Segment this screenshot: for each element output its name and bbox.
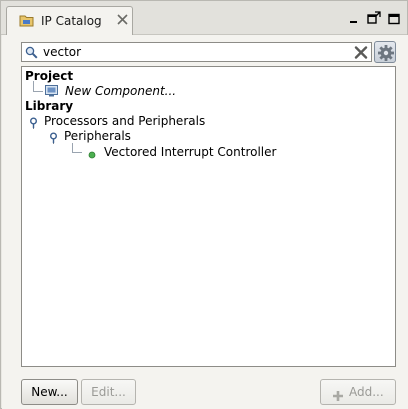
search-input[interactable] xyxy=(43,44,343,60)
tab-ip-catalog[interactable]: IP Catalog xyxy=(6,6,133,35)
edit-button[interactable]: Edit... xyxy=(81,379,136,405)
search-field[interactable] xyxy=(21,42,372,62)
project-node[interactable]: Project xyxy=(25,69,73,83)
component-icon xyxy=(44,84,60,98)
processors-peripherals-node[interactable]: Processors and Peripherals xyxy=(44,114,205,128)
tab-title: IP Catalog xyxy=(41,14,102,28)
new-component-node[interactable]: New Component... xyxy=(65,84,176,98)
expand-toggle-icon[interactable] xyxy=(49,132,59,144)
maximize-icon[interactable] xyxy=(388,13,401,25)
add-button[interactable]: Add... xyxy=(320,379,396,405)
close-icon[interactable] xyxy=(117,14,128,25)
vectored-interrupt-controller-node[interactable]: Vectored Interrupt Controller xyxy=(104,145,276,159)
ip-catalog-tree: Project New Component... Library Process… xyxy=(21,66,396,367)
float-icon[interactable] xyxy=(367,11,381,25)
ip-catalog-panel: IP Catalog vector Project New Component.… xyxy=(0,0,408,409)
plus-icon xyxy=(332,386,344,401)
expand-toggle-icon[interactable] xyxy=(29,117,39,129)
minimize-icon[interactable] xyxy=(348,13,360,25)
peripherals-node[interactable]: Peripherals xyxy=(64,129,131,143)
add-button-label: Add... xyxy=(349,385,384,399)
new-button[interactable]: New... xyxy=(21,379,78,405)
search-icon xyxy=(25,46,38,59)
library-node[interactable]: Library xyxy=(25,99,73,113)
tab-strip: IP Catalog xyxy=(1,1,407,35)
settings-button[interactable] xyxy=(374,41,396,63)
folder-icon xyxy=(19,13,35,28)
ip-core-icon xyxy=(88,148,96,159)
clear-icon[interactable] xyxy=(354,46,368,59)
